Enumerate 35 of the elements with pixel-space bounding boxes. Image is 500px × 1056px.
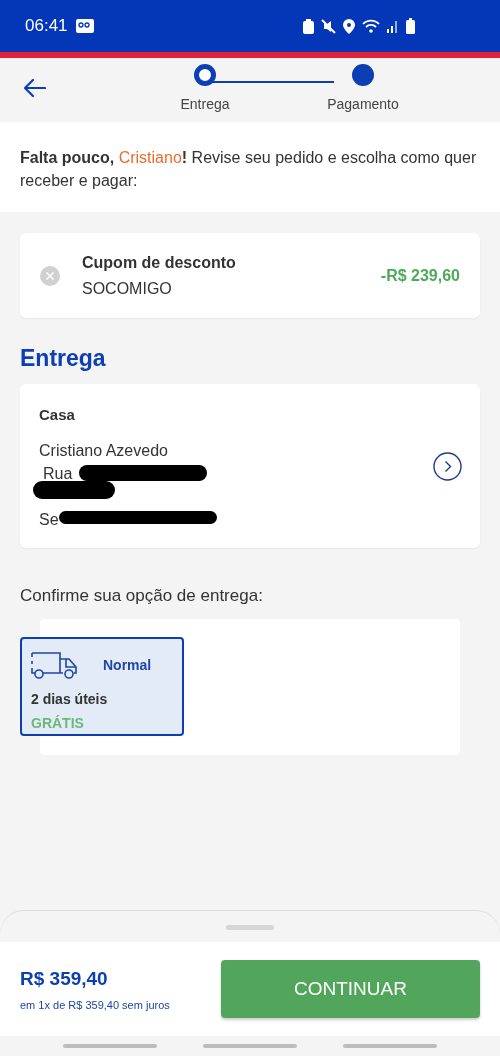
battery-icon [406,18,415,34]
delivery-option[interactable]: Normal 2 dias úteis GRÁTIS [20,636,184,736]
delivery-prompt: Confirme sua opção de entrega: [20,585,264,607]
option-name: Normal [103,656,152,675]
option-price: GRÁTIS [31,713,85,733]
address-line: Rua [42,463,73,484]
wifi-icon [362,19,380,33]
nav-gesture-bar[interactable] [63,1044,157,1048]
location-icon [343,18,355,34]
address-line: Se [39,509,59,530]
voicemail-icon [75,19,94,33]
address-line: Cristiano Azevedo [39,440,168,461]
battery-saver-icon [303,18,314,34]
step-label: Pagamento [327,95,399,114]
truck-icon [31,651,79,680]
total-price: R$ 359,40 [20,967,109,991]
step-label: Entrega [180,95,230,114]
drag-handle[interactable] [226,925,274,930]
coupon-title: Cupom de desconto [82,252,236,273]
nav-gesture-bar[interactable] [343,1044,437,1048]
option-time: 2 dias úteis [31,689,109,709]
installments-text: em 1x de R$ 359,40 sem juros [20,997,170,1013]
signal-icon [387,19,399,33]
address-label: Casa [39,405,76,425]
discount-amount: -R$ 239,60 [380,265,460,286]
nav-gesture-bar[interactable] [203,1044,297,1048]
coupon-code: SOCOMIGO [82,278,173,299]
remove-icon[interactable] [40,265,60,286]
mute-icon [321,18,336,34]
intro-text: Falta pouco, Cristiano! Revise seu pedido e escolha como quer receber e pagar: [20,148,478,191]
back-arrow-icon [24,79,46,97]
status-time: 06:41 [25,15,68,38]
section-heading: Entrega [20,344,107,373]
address-card[interactable]: Casa Cristiano Azevedo Rua Se [20,384,480,548]
chevron-circle-icon[interactable] [433,451,462,481]
